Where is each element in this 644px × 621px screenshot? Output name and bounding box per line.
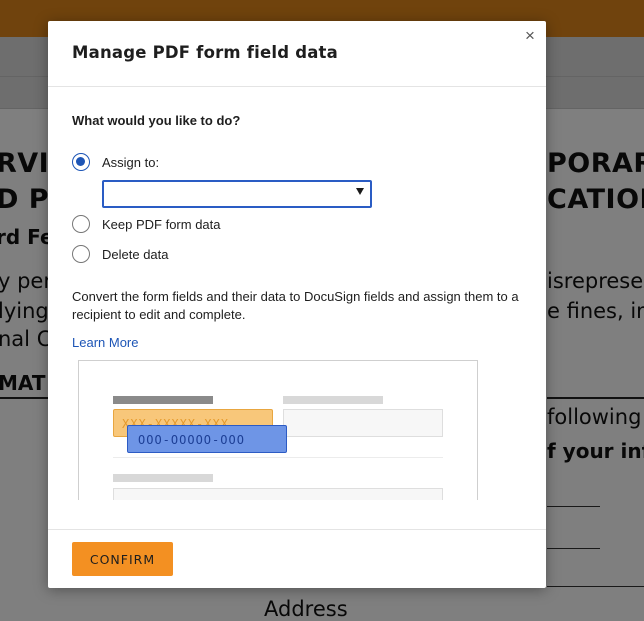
confirm-button[interactable]: CONFIRM [72,542,173,576]
conversion-illustration: XXX-XXXXX-XXX OOO-OOOOO-OOO [78,360,478,500]
illustration-canvas: XXX-XXXXX-XXX OOO-OOOOO-OOO [79,361,477,500]
illustration-divider [113,457,443,458]
option-label: Assign to: [102,154,160,170]
question-label: What would you like to do? [72,113,241,128]
option-label: Delete data [102,246,169,262]
assign-to-select[interactable] [102,180,372,208]
option-keep-pdf-data[interactable]: Keep PDF form data [72,214,221,234]
option-delete-data[interactable]: Delete data [72,244,169,264]
placeholder-label [113,474,213,482]
manage-form-data-dialog: Manage PDF form field data × What would … [48,21,546,588]
docusign-field: OOO-OOOOO-OOO [127,425,287,453]
placeholder-field [113,488,443,500]
placeholder-label [113,396,213,404]
placeholder-label [283,396,383,404]
radio-keep-pdf-data[interactable] [72,215,90,233]
placeholder-field [283,409,443,437]
dialog-footer: CONFIRM [48,529,546,588]
dialog-title: Manage PDF form field data [72,43,338,62]
option-label: Keep PDF form data [102,216,221,232]
learn-more-link[interactable]: Learn More [72,335,138,350]
radio-assign-to[interactable] [72,153,90,171]
dialog-header: Manage PDF form field data × [48,21,546,87]
radio-delete-data[interactable] [72,245,90,263]
chevron-down-icon [356,188,364,195]
option-assign-to[interactable]: Assign to: [72,152,159,172]
option-description: Convert the form fields and their data t… [72,289,519,322]
close-icon[interactable]: × [522,27,538,45]
